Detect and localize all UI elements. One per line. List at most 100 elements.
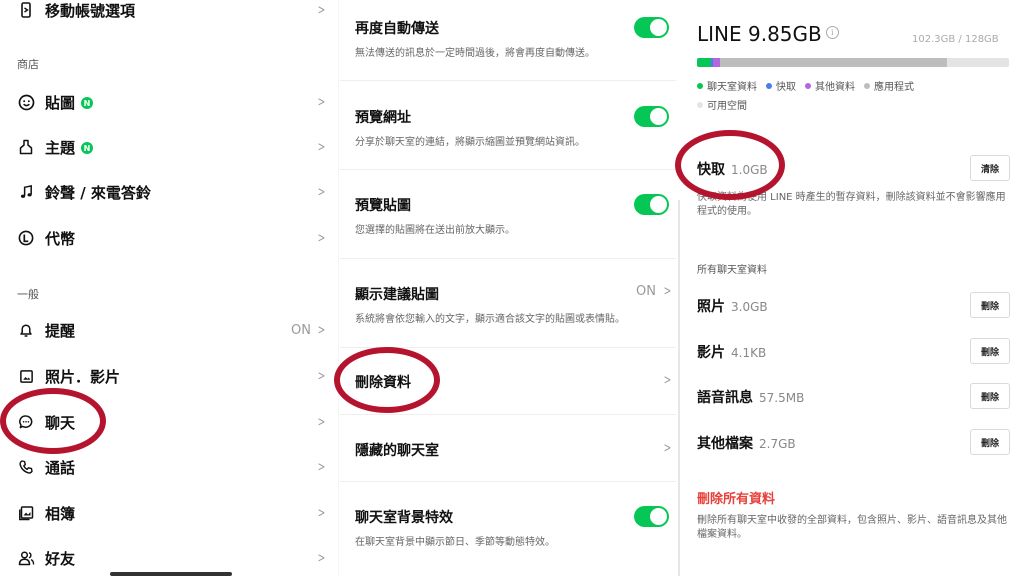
menu-item-chats[interactable]: 聊天 > <box>0 402 340 442</box>
setting-title: 預覽網址 <box>355 110 411 126</box>
menu-item-friends[interactable]: 好友 > <box>0 538 340 576</box>
sticker-preview-toggle[interactable] <box>634 194 669 215</box>
menu-item-label: 好友 <box>45 549 76 568</box>
chevron-right-icon: > <box>317 414 326 430</box>
data-size: 2.7GB <box>759 437 796 451</box>
legend-item-cache: 快取 <box>766 78 796 97</box>
home-indicator <box>110 572 232 576</box>
setting-title: 再度自動傳送 <box>355 21 439 37</box>
chevron-right-icon: > <box>663 441 672 456</box>
menu-item-label: 聊天 <box>45 413 76 432</box>
chevron-right-icon: > <box>317 505 326 521</box>
menu-item-stickers[interactable]: 貼圖 N > <box>0 82 340 122</box>
setting-auto-resend: 再度自動傳送 無法傳送的訊息於一定時間過後，將會再度自動傳送。 <box>355 18 675 59</box>
setting-url-preview: 預覽網址 分享於聊天室的連結，將顯示縮圖並預覽網站資訊。 <box>355 107 675 148</box>
notifications-status: ON <box>291 322 311 338</box>
new-badge: N <box>81 142 94 154</box>
divider <box>340 169 676 170</box>
delete-videos-button[interactable]: 刪除 <box>970 338 1010 364</box>
setting-background-effects: 聊天室背景特效 在聊天室背景中顯示節日、季節等動態特效。 <box>355 507 675 548</box>
menu-item-label: 通話 <box>45 458 76 477</box>
url-preview-toggle[interactable] <box>634 106 669 127</box>
photo-icon <box>17 367 35 385</box>
cache-row: 快取 1.0GB 清除 <box>697 155 1010 181</box>
background-effects-toggle[interactable] <box>634 506 669 527</box>
setting-sticker-preview: 預覽貼圖 您選擇的貼圖將在送出前放大顯示。 <box>355 195 675 236</box>
setting-delete-data[interactable]: 刪除資料 <box>355 372 675 392</box>
chevron-right-icon: > <box>317 184 326 200</box>
divider <box>340 481 676 482</box>
menu-item-albums[interactable]: 相簿 > <box>0 493 340 533</box>
storage-usage-bar <box>697 58 1009 67</box>
menu-item-notifications[interactable]: 提醒 ON > <box>0 310 340 350</box>
setting-description: 分享於聊天室的連結，將顯示縮圖並預覽網站資訊。 <box>355 137 585 148</box>
data-size: 57.5MB <box>759 391 805 405</box>
setting-title: 隱藏的聊天室 <box>355 443 439 459</box>
info-icon[interactable]: i <box>825 26 839 39</box>
storage-title: LINE 9.85GB i <box>697 22 839 46</box>
setting-suggested-stickers[interactable]: 顯示建議貼圖 系統將會依您輸入的文字，顯示適合該文字的貼圖或表情貼。 <box>355 284 675 325</box>
chevron-right-icon: > <box>317 368 326 384</box>
friends-icon <box>17 549 35 567</box>
setting-description: 您選擇的貼圖將在送出前放大顯示。 <box>355 225 515 236</box>
legend-item-free: 可用空間 <box>697 97 747 116</box>
phone-icon <box>17 458 35 476</box>
new-badge: N <box>81 97 94 109</box>
clear-cache-button[interactable]: 清除 <box>970 155 1010 181</box>
menu-item-photos-videos[interactable]: 照片．影片 > <box>0 356 340 396</box>
setting-title: 刪除資料 <box>355 375 411 391</box>
legend-item-apps: 應用程式 <box>864 78 914 97</box>
data-row-videos: 影片 4.1KB 刪除 <box>697 338 1010 364</box>
chevron-right-icon: > <box>663 284 672 299</box>
divider <box>340 258 676 259</box>
cache-size: 1.0GB <box>731 163 768 177</box>
data-label: 語音訊息 57.5MB <box>697 390 805 406</box>
delete-other-files-button[interactable]: 刪除 <box>970 429 1010 455</box>
album-icon <box>17 504 35 522</box>
delete-photos-button[interactable]: 刪除 <box>970 292 1010 318</box>
device-storage-total: 102.3GB / 128GB <box>912 34 999 45</box>
storage-legend: 聊天室資料 快取 其他資料 應用程式 可用空間 <box>697 78 997 116</box>
chat-settings-panel: 再度自動傳送 無法傳送的訊息於一定時間過後，將會再度自動傳送。 預覽網址 分享於… <box>340 0 678 576</box>
storage-panel: LINE 9.85GB i 102.3GB / 128GB 聊天室資料 快取 其他資料… <box>680 0 1024 576</box>
chevron-right-icon: > <box>317 94 326 110</box>
auto-resend-toggle[interactable] <box>634 17 669 38</box>
music-note-icon <box>17 183 35 201</box>
menu-item-calls[interactable]: 通話 > <box>0 447 340 487</box>
chevron-right-icon: > <box>317 459 326 475</box>
cache-description: 快取資料為使用 LINE 時產生的暫存資料，刪除該資料並不會影響應用程式的使用。 <box>697 192 1006 217</box>
coin-icon <box>17 229 35 247</box>
menu-item-account-transfer[interactable]: 移動帳號選項 > <box>0 0 340 30</box>
menu-item-ringtones[interactable]: 鈴聲 / 來電答鈴 > <box>0 172 340 212</box>
smiley-icon <box>17 93 35 111</box>
data-label: 影片 4.1KB <box>697 345 767 361</box>
divider <box>340 414 676 415</box>
menu-item-label: 移動帳號選項 <box>45 1 136 20</box>
menu-item-themes[interactable]: 主題 N > <box>0 127 340 167</box>
section-header-general: 一般 <box>17 288 39 301</box>
divider <box>340 347 676 348</box>
menu-item-label: 代幣 <box>45 229 76 248</box>
menu-item-label: 照片．影片 <box>45 367 121 386</box>
data-size: 4.1KB <box>731 346 767 360</box>
cache-label: 快取 1.0GB <box>697 162 768 178</box>
suggested-stickers-status: ON <box>636 284 656 299</box>
chevron-right-icon: > <box>317 139 326 155</box>
settings-menu-panel: 移動帳號選項 > 商店 貼圖 N > 主題 N > 鈴聲 / 來電答鈴 > 代幣 >… <box>0 0 340 576</box>
data-size: 3.0GB <box>731 300 768 314</box>
menu-item-coins[interactable]: 代幣 > <box>0 218 340 258</box>
theme-icon <box>17 138 35 156</box>
data-row-photos: 照片 3.0GB 刪除 <box>697 292 1010 318</box>
phone-transfer-icon <box>17 1 35 19</box>
menu-item-label: 相簿 <box>45 504 76 523</box>
delete-all-data-button[interactable]: 刪除所有資料 <box>697 488 775 507</box>
chevron-right-icon: > <box>317 2 326 18</box>
divider <box>340 80 676 81</box>
setting-title: 預覽貼圖 <box>355 198 411 214</box>
legend-item-other: 其他資料 <box>805 78 855 97</box>
setting-description: 系統將會依您輸入的文字，顯示適合該文字的貼圖或表情貼。 <box>355 314 625 325</box>
setting-description: 在聊天室背景中顯示節日、季節等動態特效。 <box>355 537 555 548</box>
setting-hidden-chats[interactable]: 隱藏的聊天室 <box>355 440 675 460</box>
delete-voice-messages-button[interactable]: 刪除 <box>970 383 1010 409</box>
data-row-voice-messages: 語音訊息 57.5MB 刪除 <box>697 383 1010 409</box>
